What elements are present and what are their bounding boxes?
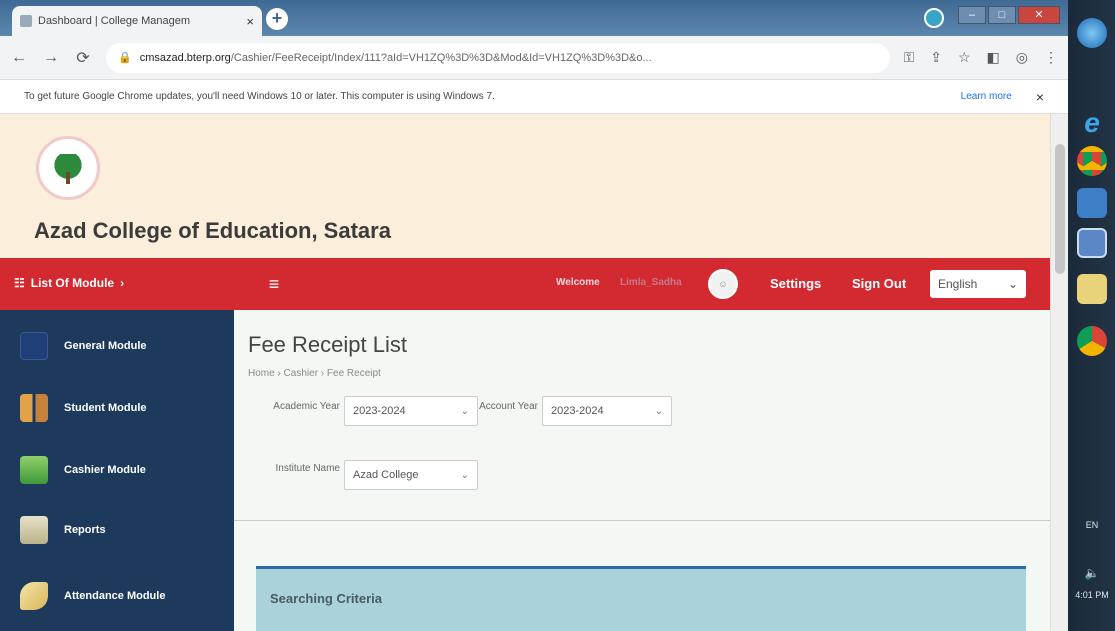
clock-time[interactable]: 4:01 PM [1072, 590, 1112, 600]
folder-icon[interactable] [1077, 274, 1107, 304]
browser-toolbar: ← → ⟳ 🔒 cmsazad.bterp.org/Cashier/FeeRec… [0, 36, 1068, 80]
learn-more-link[interactable]: Learn more [961, 91, 1012, 102]
account-year-label: Account Year [479, 401, 538, 412]
page-scrollbar[interactable] [1050, 114, 1068, 631]
start-orb-icon[interactable] [1077, 18, 1107, 48]
tab-title: Dashboard | College Managem [38, 15, 191, 27]
sidebar-item-general[interactable]: General Module [0, 318, 234, 374]
academic-year-label: Academic Year [273, 401, 340, 412]
screen: Dashboard | College Managem × + – □ ✕ ← … [0, 0, 1115, 631]
chevron-down-icon: ⌄ [654, 405, 663, 417]
forward-icon[interactable]: → [42, 49, 60, 67]
sidepanel-icon[interactable]: ◧ [987, 49, 1000, 66]
sidebar-item-student[interactable]: Student Module [0, 380, 234, 436]
chevron-right-icon: › [120, 276, 125, 290]
back-icon[interactable]: ← [10, 49, 28, 67]
language-value: English [938, 277, 978, 291]
input-language[interactable]: EN [1072, 520, 1112, 530]
welcome-text: Welcome [556, 277, 600, 288]
lock-icon: 🔒 [118, 52, 132, 64]
scrollbar-thumb[interactable] [1055, 144, 1065, 274]
bookmark-star-icon[interactable]: ☆ [958, 49, 971, 66]
sidebar-item-label: Reports [64, 524, 106, 536]
institute-select[interactable]: Azad College ⌄ [344, 460, 478, 490]
share-icon[interactable]: ⇪ [930, 49, 942, 66]
key-icon[interactable]: ⚿ [904, 49, 915, 66]
tab-close-icon[interactable]: × [246, 14, 254, 29]
module-list-label: List Of Module [30, 276, 115, 290]
menu-kebab-icon[interactable]: ⋮ [1044, 49, 1058, 66]
url-domain: cmsazad.bterp.org [139, 51, 231, 64]
sidebar: General Module Student Module Cashier Mo… [0, 310, 234, 631]
infobar-close-icon[interactable]: × [1036, 89, 1044, 105]
reload-icon[interactable]: ⟳ [74, 48, 92, 68]
maximize-button[interactable]: □ [988, 6, 1016, 24]
section-divider [234, 520, 1050, 521]
searching-criteria-title: Searching Criteria [270, 591, 382, 606]
grid-icon: ☷ [14, 276, 25, 290]
web-page: Azad College of Education, Satara ☷ List… [0, 114, 1050, 631]
college-logo [36, 136, 100, 200]
minimize-button[interactable]: – [958, 6, 986, 24]
students-icon [20, 394, 48, 422]
sidebar-item-label: Attendance Module [64, 590, 166, 602]
breadcrumb: Home › Cashier › Fee Receipt [248, 368, 381, 379]
sidebar-item-label: Cashier Module [64, 464, 146, 476]
page-title: Fee Receipt List [248, 332, 407, 357]
hamburger-menu-icon[interactable]: ≡ [262, 272, 286, 296]
general-module-icon [20, 332, 48, 360]
sidebar-item-cashier[interactable]: Cashier Module [0, 442, 234, 498]
volume-icon[interactable]: 🔈 [1072, 566, 1112, 580]
academic-year-value: 2023-2024 [353, 405, 406, 417]
sidebar-item-reports[interactable]: Reports [0, 502, 234, 558]
sidebar-item-attendance[interactable]: Attendance Module [0, 568, 234, 624]
app-window-icon[interactable] [1077, 228, 1107, 258]
institute-name-label: Institute Name [275, 463, 340, 474]
sidebar-item-label: General Module [64, 340, 147, 352]
user-name: Limla_Sadha [620, 277, 682, 288]
new-tab-button[interactable]: + [266, 8, 288, 30]
windows-taskbar: e EN 🔈 4:01 PM [1068, 0, 1115, 631]
attendance-icon [20, 582, 48, 610]
infobar-message: To get future Google Chrome updates, you… [24, 91, 495, 102]
tree-emblem-icon [53, 154, 83, 184]
cash-icon [20, 456, 48, 484]
searching-criteria-panel: Searching Criteria [256, 566, 1026, 631]
chevron-down-icon: ⌄ [1007, 277, 1018, 291]
chrome-active-icon[interactable] [1077, 326, 1107, 356]
url-path: /Cashier/FeeReceipt/Index/111?aId=VH1ZQ%… [230, 51, 652, 64]
chrome-window: Dashboard | College Managem × + – □ ✕ ← … [0, 0, 1068, 631]
profile-icon[interactable] [924, 8, 944, 28]
chrome-icon[interactable] [1077, 146, 1107, 176]
update-infobar: To get future Google Chrome updates, you… [0, 80, 1068, 114]
explorer-icon[interactable] [1077, 188, 1107, 218]
chevron-down-icon: ⌄ [460, 405, 469, 417]
report-icon [20, 516, 48, 544]
title-bar: Dashboard | College Managem × + – □ ✕ [0, 0, 1068, 36]
account-year-value: 2023-2024 [551, 405, 604, 417]
college-name: Azad College of Education, Satara [34, 218, 391, 243]
top-navbar: ☷ List Of Module › ≡ Welcome Limla_Sadha… [0, 258, 1050, 310]
browser-tab[interactable]: Dashboard | College Managem × [12, 6, 262, 36]
internet-explorer-icon[interactable]: e [1077, 108, 1107, 138]
toolbar-icons: ⚿ ⇪ ☆ ◧ ◎ ⋮ [904, 49, 1058, 66]
user-avatar[interactable]: ☺ [708, 269, 738, 299]
module-list-button[interactable]: ☷ List Of Module › [14, 276, 124, 290]
college-header: Azad College of Education, Satara [0, 114, 1050, 258]
language-select[interactable]: English ⌄ [930, 270, 1026, 298]
academic-year-select[interactable]: 2023-2024 ⌄ [344, 396, 478, 426]
address-bar[interactable]: 🔒 cmsazad.bterp.org/Cashier/FeeReceipt/I… [106, 42, 890, 73]
tab-favicon-icon [20, 15, 32, 27]
sign-out-link[interactable]: Sign Out [852, 276, 906, 291]
extension-icon[interactable]: ◎ [1016, 49, 1028, 66]
window-controls: – □ ✕ [958, 6, 1060, 24]
account-year-select[interactable]: 2023-2024 ⌄ [542, 396, 672, 426]
chevron-down-icon: ⌄ [460, 469, 469, 481]
close-window-button[interactable]: ✕ [1018, 6, 1060, 24]
settings-link[interactable]: Settings [770, 276, 821, 291]
institute-value: Azad College [353, 469, 419, 481]
sidebar-item-label: Student Module [64, 402, 147, 414]
